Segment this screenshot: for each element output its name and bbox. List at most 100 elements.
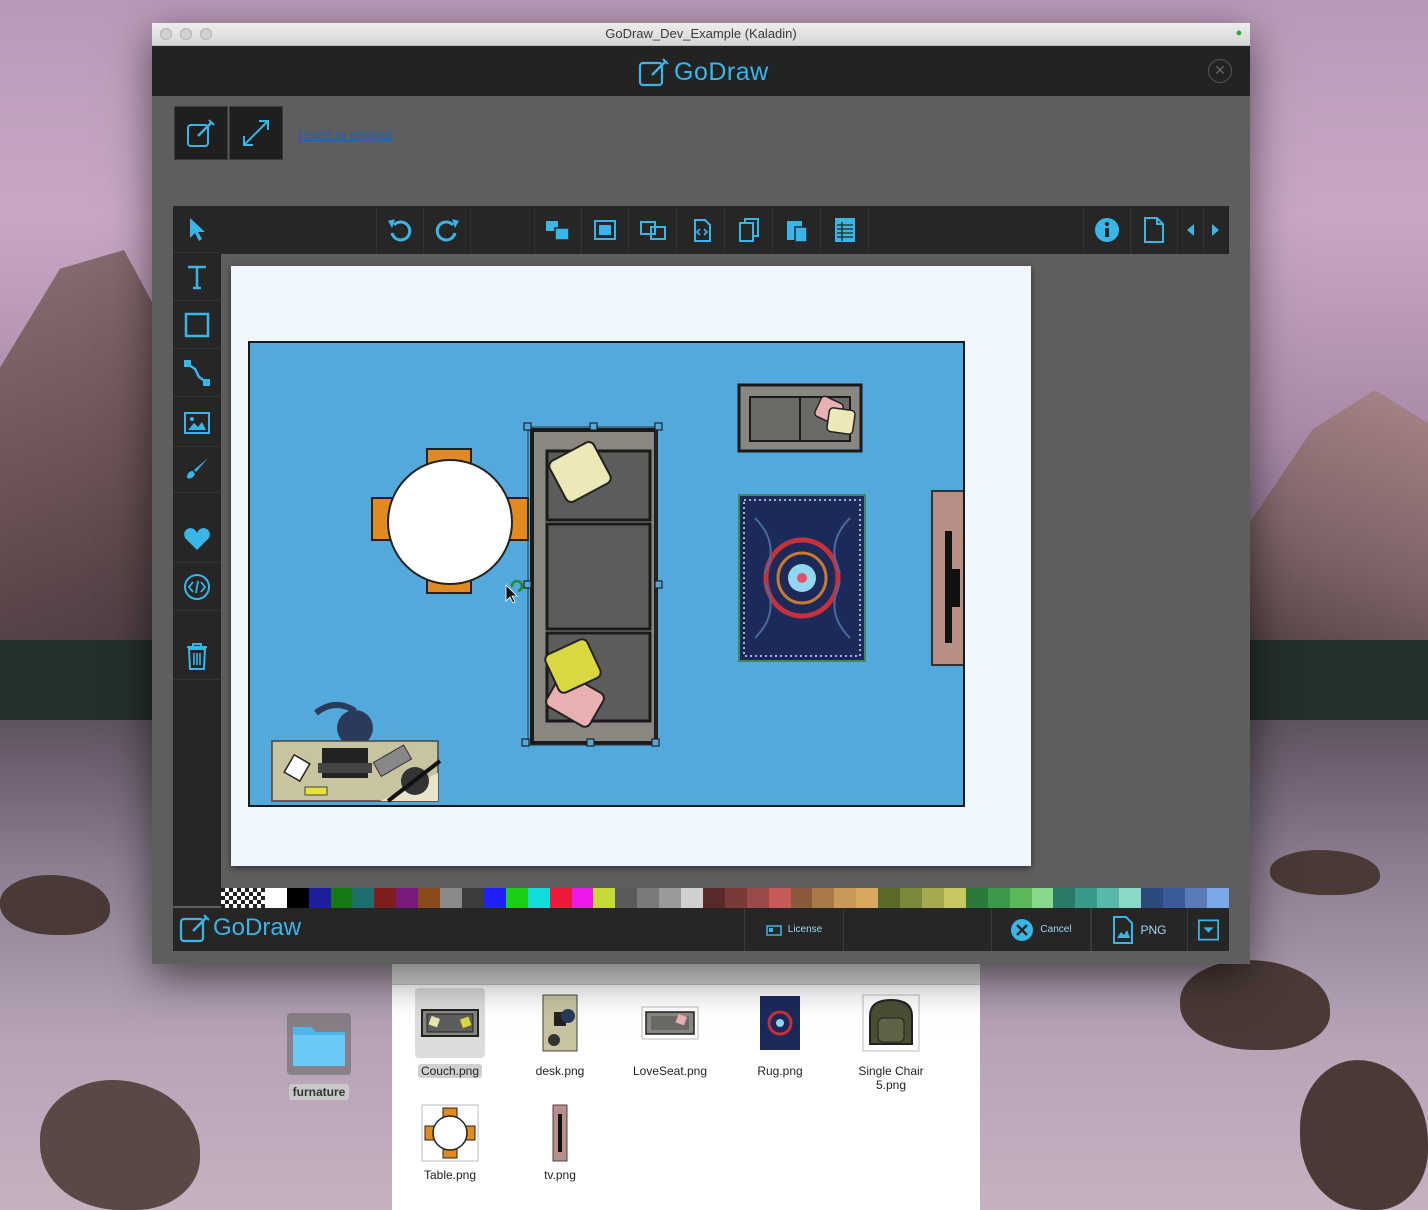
finder-item-desk[interactable]: desk.png	[515, 988, 605, 1078]
finder-item-table[interactable]: Table.png	[405, 1104, 495, 1182]
color-swatch[interactable]	[812, 888, 835, 908]
color-swatch[interactable]	[1206, 888, 1229, 908]
text-tool[interactable]	[173, 254, 221, 301]
window-close-light[interactable]	[160, 28, 172, 40]
color-swatch[interactable]	[965, 888, 988, 908]
color-swatch[interactable]	[1031, 888, 1054, 908]
finder-item-loveseat[interactable]: LoveSeat.png	[625, 988, 715, 1078]
group-button[interactable]	[582, 206, 629, 254]
favorites-tool[interactable]	[173, 516, 221, 563]
color-swatch[interactable]	[549, 888, 572, 908]
color-swatch[interactable]	[681, 888, 703, 908]
delete-tool[interactable]	[173, 633, 221, 680]
color-swatch[interactable]	[724, 888, 747, 908]
left-toolbar	[173, 206, 221, 906]
format-dropdown-button[interactable]	[1187, 908, 1229, 951]
color-swatch[interactable]	[352, 888, 375, 908]
color-swatch[interactable]	[264, 888, 287, 908]
color-swatch[interactable]	[1075, 888, 1098, 908]
drawing-page[interactable]	[231, 266, 1031, 866]
info-button[interactable]	[1083, 206, 1131, 254]
color-swatch[interactable]	[659, 888, 682, 908]
prev-page-button[interactable]	[1179, 206, 1204, 254]
finder-item-label: tv.png	[544, 1168, 576, 1182]
color-swatch[interactable]	[856, 888, 879, 908]
color-swatch[interactable]	[440, 888, 462, 908]
prev-icon	[1187, 224, 1194, 236]
desk[interactable]	[271, 702, 442, 803]
color-swatch[interactable]	[571, 888, 594, 908]
license-button[interactable]: License	[744, 908, 844, 951]
color-swatch[interactable]	[1141, 888, 1163, 908]
color-swatch[interactable]	[615, 888, 638, 908]
color-swatch[interactable]	[461, 888, 484, 908]
connector-tool[interactable]	[173, 350, 221, 397]
embed-tool[interactable]	[173, 564, 221, 611]
color-swatch[interactable]	[330, 888, 353, 908]
color-swatch[interactable]	[418, 888, 441, 908]
desktop-folder[interactable]: furnature	[284, 1013, 354, 1101]
finder-item-tv[interactable]: tv.png	[515, 1104, 605, 1182]
loveseat[interactable]	[737, 383, 863, 453]
couch[interactable]	[505, 422, 663, 747]
undo-button[interactable]	[376, 206, 424, 254]
image-tool[interactable]	[173, 400, 221, 447]
color-swatch[interactable]	[374, 888, 397, 908]
title-bar: GoDraw_Dev_Example (Kaladin) ●	[152, 23, 1250, 46]
paste-code-button[interactable]	[678, 206, 725, 254]
cancel-button[interactable]: Cancel	[991, 908, 1091, 951]
brush-tool[interactable]	[173, 446, 221, 493]
color-swatch[interactable]	[483, 888, 506, 908]
revert-to-original-link[interactable]: revert to original	[299, 127, 392, 142]
export-png-button[interactable]: PNG	[1091, 908, 1187, 951]
dining-table[interactable]	[371, 448, 529, 594]
color-swatch[interactable]	[834, 888, 857, 908]
window-minimize-light[interactable]	[180, 28, 192, 40]
color-swatch[interactable]	[900, 888, 923, 908]
color-swatch[interactable]	[878, 888, 901, 908]
color-swatch[interactable]	[1119, 888, 1142, 908]
window-zoom-light[interactable]	[200, 28, 212, 40]
color-swatch[interactable]	[505, 888, 528, 908]
color-swatch[interactable]	[702, 888, 725, 908]
color-swatch[interactable]	[593, 888, 616, 908]
color-swatch[interactable]	[1097, 888, 1120, 908]
color-swatch[interactable]	[768, 888, 791, 908]
color-swatch[interactable]	[286, 888, 309, 908]
finder-item-couch[interactable]: Couch.png	[405, 988, 495, 1078]
bring-forward-button[interactable]	[534, 206, 582, 254]
copy-button[interactable]	[726, 206, 773, 254]
finder-item-rug[interactable]: Rug.png	[735, 988, 825, 1078]
rectangle-tool[interactable]	[173, 302, 221, 349]
redo-button[interactable]	[424, 206, 471, 254]
room-floor[interactable]	[248, 341, 965, 807]
color-swatch[interactable]	[987, 888, 1010, 908]
finder-item-single-chair[interactable]: Single Chair 5.png	[845, 988, 937, 1092]
color-swatch[interactable]	[396, 888, 419, 908]
color-swatch[interactable]	[943, 888, 966, 908]
edit-external-button[interactable]	[174, 106, 228, 160]
color-swatch[interactable]	[922, 888, 944, 908]
page-button[interactable]	[1131, 206, 1178, 254]
paste-button[interactable]	[774, 206, 821, 254]
next-page-button[interactable]	[1203, 206, 1227, 254]
tv-stand[interactable]	[931, 490, 963, 666]
fullscreen-button[interactable]	[229, 106, 283, 160]
color-swatch[interactable]	[1184, 888, 1207, 908]
color-swatch[interactable]	[790, 888, 813, 908]
grid-button[interactable]	[822, 206, 869, 254]
couch-thumbnail	[415, 988, 485, 1058]
color-swatch[interactable]	[308, 888, 331, 908]
color-swatch[interactable]	[1162, 888, 1185, 908]
rug[interactable]	[738, 494, 866, 662]
color-swatch[interactable]	[1053, 888, 1076, 908]
color-swatch[interactable]	[1009, 888, 1032, 908]
ungroup-button[interactable]	[630, 206, 677, 254]
folder-icon	[287, 1013, 351, 1075]
color-swatch[interactable]	[527, 888, 550, 908]
color-swatch[interactable]	[746, 888, 769, 908]
transparent-swatch[interactable]	[221, 888, 265, 908]
color-swatch[interactable]	[637, 888, 660, 908]
close-circle-icon[interactable]: ✕	[1208, 59, 1232, 83]
pointer-tool[interactable]	[173, 206, 221, 253]
